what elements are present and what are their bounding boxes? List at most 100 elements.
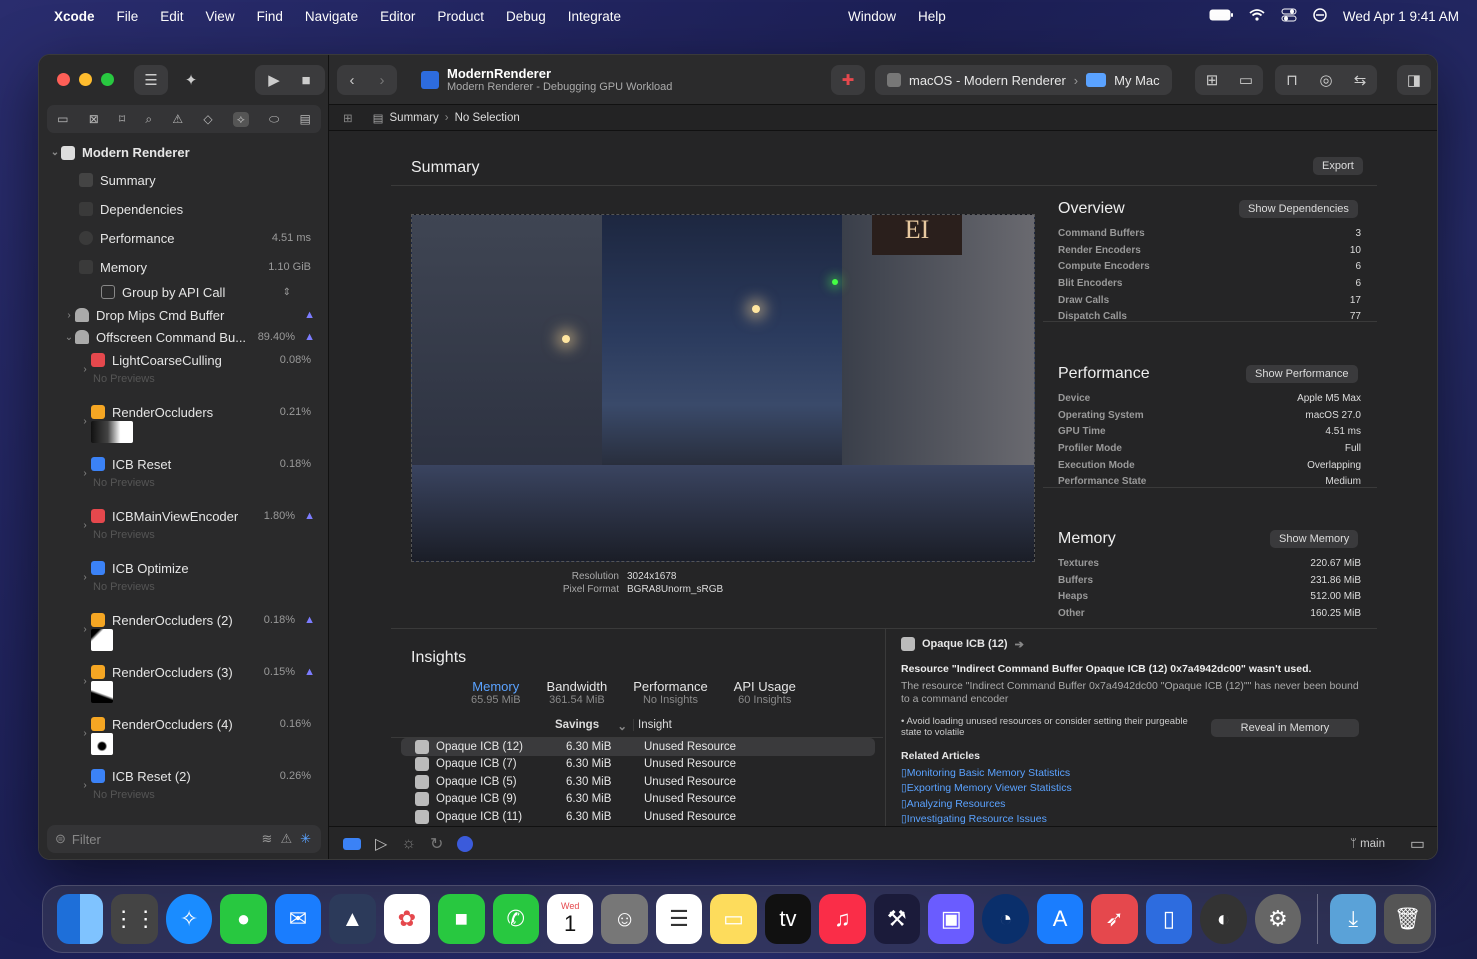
- reminders-icon[interactable]: ☰: [655, 894, 703, 944]
- related-article-link[interactable]: ▯ Monitoring Basic Memory Statistics: [901, 765, 1072, 781]
- related-article-link[interactable]: ▯ Analyzing Resources: [901, 796, 1072, 812]
- show-memory-button[interactable]: Show Memory: [1270, 530, 1359, 548]
- encoder-thumbnail[interactable]: [91, 681, 113, 703]
- menu-find[interactable]: Find: [257, 9, 283, 24]
- menu-integrate[interactable]: Integrate: [568, 9, 621, 24]
- sidebar-item-performance[interactable]: Performance 4.51 ms: [79, 227, 329, 249]
- menu-debug[interactable]: Debug: [506, 9, 546, 24]
- breadcrumb-selection[interactable]: No Selection: [455, 112, 520, 124]
- frame-preview[interactable]: EI: [411, 214, 1035, 562]
- layers-icon[interactable]: ≋: [262, 831, 273, 847]
- group-by-select[interactable]: Group by API Call ⇕: [101, 281, 291, 303]
- run-icon[interactable]: ▶: [259, 65, 289, 95]
- menu-navigate[interactable]: Navigate: [305, 9, 358, 24]
- panel-toggle-icon[interactable]: ▭: [1410, 834, 1425, 854]
- control-center-icon[interactable]: [1281, 8, 1297, 25]
- simulator-icon[interactable]: ▣: [928, 894, 975, 944]
- encoder-thumbnail[interactable]: [91, 421, 133, 443]
- table-row[interactable]: Opaque ICB (9) 6.30 MiB Unused Resource: [401, 791, 875, 809]
- focus-icon[interactable]: [1313, 7, 1327, 25]
- insight-column-header[interactable]: Insight: [633, 719, 783, 731]
- stop-icon[interactable]: ■: [291, 65, 321, 95]
- disclosure-closed-icon[interactable]: ›: [79, 520, 91, 531]
- encoder-row[interactable]: ICB Reset 0.18%: [91, 453, 329, 475]
- show-dependencies-button[interactable]: Show Dependencies: [1239, 200, 1358, 218]
- trash-icon[interactable]: 🗑: [1384, 894, 1431, 944]
- system-settings-icon[interactable]: ⚙: [1254, 894, 1302, 944]
- disclosure-closed-icon[interactable]: ›: [79, 364, 91, 375]
- savings-column-header[interactable]: Savings ⌄: [555, 719, 627, 733]
- encoder-row[interactable]: LightCoarseCulling 0.08%: [91, 349, 329, 371]
- music-icon[interactable]: ♫: [819, 894, 866, 944]
- bookmark-icon[interactable]: ⌑: [119, 112, 125, 126]
- disclosure-open-icon[interactable]: ⌄: [49, 147, 61, 158]
- report-icon[interactable]: ▤: [299, 112, 310, 126]
- folder-icon[interactable]: ▭: [57, 112, 68, 126]
- contacts-icon[interactable]: ☺: [601, 894, 648, 944]
- battery-icon[interactable]: [1209, 9, 1233, 24]
- reload-icon[interactable]: ↻: [430, 834, 443, 854]
- table-row[interactable]: Opaque ICB (12) 6.30 MiB Unused Resource: [401, 738, 875, 756]
- device-icon[interactable]: ▯: [1145, 894, 1193, 944]
- disclosure-open-icon[interactable]: ⌄: [63, 332, 75, 343]
- menu-file[interactable]: File: [117, 9, 139, 24]
- menubar-clock[interactable]: Wed Apr 1 9:41 AM: [1343, 9, 1459, 24]
- breadcrumb-summary[interactable]: Summary: [390, 112, 439, 124]
- related-article-link[interactable]: ▯ Exporting Memory Viewer Statistics: [901, 781, 1072, 797]
- gpu-capture-icon[interactable]: [457, 836, 474, 852]
- test-icon[interactable]: ◇: [203, 112, 212, 126]
- encoder-row[interactable]: ICBMainViewEncoder 1.80% ▲: [91, 505, 329, 527]
- tab-api-usage[interactable]: API Usage 60 Insights: [734, 679, 796, 706]
- disclosure-closed-icon[interactable]: ›: [79, 676, 91, 687]
- encoder-thumbnail[interactable]: [91, 629, 113, 651]
- encoder-row[interactable]: RenderOccluders (2) 0.18% ▲: [91, 609, 329, 631]
- disk-utility-icon[interactable]: ◐: [1200, 894, 1247, 944]
- safari-icon[interactable]: ✧: [165, 894, 213, 944]
- show-performance-button[interactable]: Show Performance: [1246, 365, 1358, 383]
- encoder-thumbnail[interactable]: [91, 733, 113, 755]
- command-buffer-row[interactable]: › Drop Mips Cmd Buffer ▲: [63, 305, 329, 325]
- overlay-icon[interactable]: ◎: [1309, 65, 1343, 95]
- spark-filter-icon[interactable]: ✳: [300, 831, 311, 847]
- messages-icon[interactable]: ●: [220, 894, 267, 944]
- reveal-in-memory-button[interactable]: Reveal in Memory: [1211, 719, 1359, 737]
- launchpad-icon[interactable]: ⋮⋮: [111, 894, 158, 944]
- close-window-button[interactable]: [57, 73, 70, 86]
- canvas-icon[interactable]: ▭: [1229, 65, 1263, 95]
- command-buffer-row[interactable]: ⌄ Offscreen Command Bu... 89.40% ▲: [63, 327, 329, 347]
- xcode-icon[interactable]: ⚒: [873, 894, 920, 944]
- encoder-row[interactable]: RenderOccluders (3) 0.15% ▲: [91, 661, 329, 683]
- menu-help[interactable]: Help: [918, 9, 946, 24]
- encoder-row[interactable]: RenderOccluders 0.21%: [91, 401, 329, 423]
- continue-icon[interactable]: ▷: [375, 834, 387, 854]
- debug-area-toggle-icon[interactable]: [343, 838, 361, 850]
- disclosure-closed-icon[interactable]: ›: [79, 416, 91, 427]
- phone-icon[interactable]: ✆: [492, 894, 539, 944]
- swap-icon[interactable]: ⇆: [1343, 65, 1377, 95]
- testflight-icon[interactable]: ➶: [1091, 894, 1138, 944]
- wifi-icon[interactable]: [1249, 8, 1265, 24]
- encoder-row[interactable]: ICB Reset (2) 0.26%: [91, 765, 329, 787]
- apple-tv-icon[interactable]: tv: [764, 894, 812, 944]
- maps-icon[interactable]: ▲: [329, 894, 376, 944]
- inspector-toggle-icon[interactable]: ◨: [1397, 65, 1431, 95]
- tree-root[interactable]: ⌄ Modern Renderer: [49, 145, 329, 160]
- calendar-icon[interactable]: Wed 1: [546, 894, 594, 944]
- disclosure-closed-icon[interactable]: ›: [79, 624, 91, 635]
- instruments-icon[interactable]: ◔: [982, 894, 1029, 944]
- issue-icon[interactable]: ⚠: [172, 112, 183, 126]
- photos-icon[interactable]: ✿: [383, 894, 431, 944]
- grid-icon[interactable]: ⊞: [343, 111, 353, 125]
- encoder-row[interactable]: RenderOccluders (4) 0.16%: [91, 713, 329, 735]
- zoom-window-button[interactable]: [101, 73, 114, 86]
- minimize-window-button[interactable]: [79, 73, 92, 86]
- sidebar-item-memory[interactable]: Memory 1.10 GiB: [79, 256, 329, 278]
- menu-editor[interactable]: Editor: [380, 9, 415, 24]
- menu-window[interactable]: Window: [848, 9, 896, 24]
- branch-indicator[interactable]: ᛘ main: [1350, 838, 1385, 850]
- filter-field[interactable]: ⊜ Filter ≋ ⚠ ✳: [47, 825, 321, 853]
- forward-icon[interactable]: ›: [367, 65, 397, 95]
- info-arrow-icon[interactable]: ➔: [1015, 638, 1024, 651]
- export-button[interactable]: Export: [1313, 157, 1363, 175]
- encoder-row[interactable]: ICB Optimize: [91, 557, 329, 579]
